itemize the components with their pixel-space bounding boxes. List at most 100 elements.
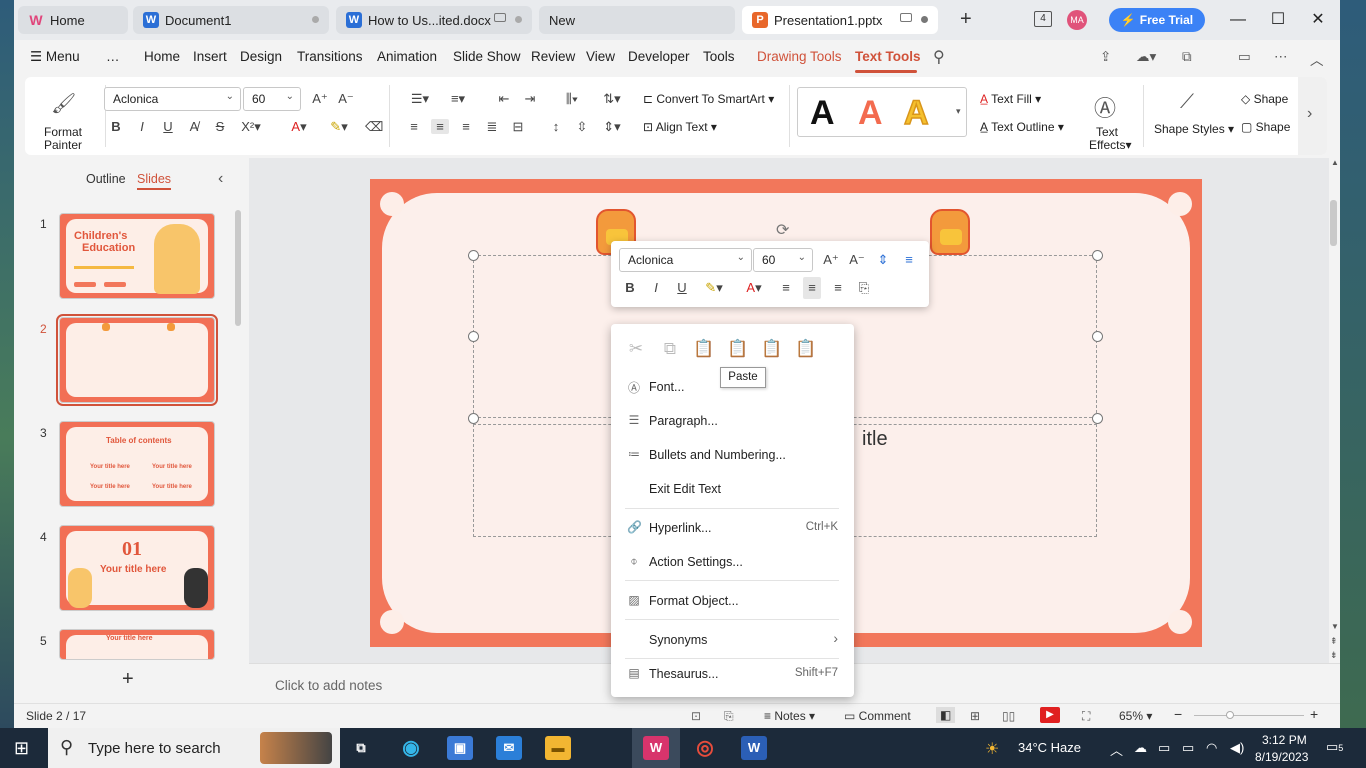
menu-synonyms[interactable]: Synonyms › [611, 627, 854, 653]
windows-start-icon[interactable]: ⊞ [14, 738, 29, 759]
shape-styles-button[interactable]: Shape Styles ▾ [1154, 122, 1234, 136]
notes-toggle[interactable]: ≡ Notes ▾ [764, 709, 815, 723]
more-icon[interactable]: ⋯ [1274, 49, 1288, 65]
minimize-button[interactable]: — [1226, 8, 1250, 32]
comment-toggle[interactable]: ▭ Comment [844, 709, 911, 723]
strikethrough-icon[interactable]: S [211, 119, 229, 134]
align-right-icon[interactable]: ≡ [457, 119, 475, 134]
free-trial-button[interactable]: ⚡ Free Trial [1109, 8, 1205, 32]
align-right-icon[interactable]: ≡ [829, 280, 847, 295]
increase-font-icon[interactable]: A⁺ [311, 91, 329, 107]
format-painter-label-2[interactable]: Painter [44, 138, 82, 152]
paste-as-picture-icon[interactable]: 📋 [761, 338, 783, 360]
weather-icon[interactable]: ☀ [985, 739, 999, 759]
tab-count-icon[interactable]: 4 [1034, 11, 1052, 27]
numbering-icon[interactable]: ≡▾ [445, 91, 471, 107]
resize-handle[interactable] [1092, 331, 1103, 342]
format-painter-icon[interactable]: ⎘ [855, 280, 873, 296]
mini-font-combo[interactable]: Aclonica ⌄ [619, 248, 752, 272]
paste-keep-format-icon[interactable]: 📋 [727, 338, 749, 360]
menu-action-settings[interactable]: ⌽ Action Settings... [611, 549, 854, 575]
resize-handle[interactable] [1092, 413, 1103, 424]
italic-icon[interactable]: I [133, 119, 151, 134]
text-effects-label-2[interactable]: Effects▾ [1089, 138, 1132, 152]
justify-icon[interactable]: ≣ [483, 119, 501, 135]
tab-outline[interactable]: Outline [86, 172, 126, 186]
wps-office-icon[interactable]: W [643, 736, 669, 760]
format-painter-label-1[interactable]: Format [44, 125, 82, 139]
font-color-icon[interactable]: A▾ [287, 119, 311, 135]
text-fill-button[interactable]: A̲ Text Fill ▾ [980, 92, 1041, 106]
clock-time[interactable]: 3:12 PM [1262, 733, 1307, 747]
decrease-indent-icon[interactable]: ⇤ [495, 91, 513, 107]
column-icon[interactable]: ⫼▾ [559, 91, 585, 107]
menu-text-tools[interactable]: Text Tools [855, 49, 921, 64]
gallery-dropdown-icon[interactable]: ▾ [956, 106, 961, 117]
menu-tools[interactable]: Tools [703, 49, 735, 64]
menu-slide-show[interactable]: Slide Show [453, 49, 521, 64]
text-effects-icon[interactable]: Ⓐ [1094, 91, 1116, 123]
search-icon[interactable]: ⚲ [933, 47, 945, 67]
font-size-combo[interactable]: 60 ⌄ [243, 87, 301, 111]
format-painter-icon[interactable]: 🖌 [51, 91, 76, 116]
slide-thumbnail-1[interactable]: Children's Education [59, 213, 215, 299]
reading-icon[interactable]: ⎘ [724, 709, 734, 724]
zoom-slider-thumb[interactable] [1226, 711, 1234, 719]
text-style-gold[interactable]: A [903, 93, 929, 133]
paragraph-spacing-icon[interactable]: ⇳ [573, 119, 591, 135]
shape-outline-button[interactable]: ▢ Shape [1241, 120, 1290, 134]
mini-size-combo[interactable]: 60 ⌄ [753, 248, 813, 272]
wifi-icon[interactable]: ◠ [1206, 740, 1217, 756]
text-style-black[interactable]: A [810, 94, 835, 133]
paste-icon[interactable]: 📋 [693, 338, 715, 360]
volume-icon[interactable]: ◀) [1230, 740, 1244, 756]
align-left-icon[interactable]: ≡ [777, 280, 795, 295]
next-slide-icon[interactable]: ⇟ [1330, 650, 1338, 661]
task-view-icon[interactable]: ⧉ [348, 736, 374, 760]
text-outline-button[interactable]: A̲ Text Outline ▾ [980, 120, 1064, 134]
slide-thumbnail-3[interactable]: Table of contents Your title here Your t… [59, 421, 215, 507]
menu-animation[interactable]: Animation [377, 49, 437, 64]
menu-thesaurus[interactable]: ▤ Thesaurus... Shift+F7 [611, 661, 854, 687]
decrease-font-icon[interactable]: A⁻ [337, 91, 355, 107]
menu-view[interactable]: View [586, 49, 615, 64]
fit-window-icon[interactable]: ⛶ [1082, 709, 1090, 724]
menu-exit-edit-text[interactable]: Exit Edit Text [611, 476, 854, 502]
collapse-ribbon-icon[interactable]: ︿ [1310, 49, 1324, 69]
normal-view-icon[interactable]: ◧ [936, 707, 956, 723]
underline-icon[interactable]: U [159, 119, 177, 134]
bullets-icon[interactable]: ☰▾ [407, 91, 433, 107]
avatar[interactable]: MA [1067, 10, 1087, 30]
mail-icon[interactable]: ✉ [496, 736, 522, 760]
copy-icon[interactable]: ⧉ [659, 338, 681, 360]
edge-browser-icon[interactable]: ◉ [398, 736, 424, 760]
resize-handle[interactable] [468, 250, 479, 261]
comment-icon[interactable]: ▭ [1238, 49, 1251, 65]
paste-text-only-icon[interactable]: 📋 [795, 338, 817, 360]
tab-home[interactable]: W Home [18, 6, 128, 34]
zoom-in-icon[interactable]: + [1310, 706, 1318, 722]
highlight-icon[interactable]: ✎▾ [327, 119, 351, 135]
weather-text[interactable]: 34°C Haze [1018, 740, 1081, 755]
word-icon[interactable]: W [741, 736, 767, 760]
meet-icon[interactable]: ▭ [1158, 740, 1170, 756]
menu-design[interactable]: Design [240, 49, 282, 64]
new-tab-button[interactable]: + [960, 9, 972, 29]
align-center-icon[interactable]: ≡ [803, 277, 821, 299]
cut-icon[interactable]: ✂ [625, 338, 647, 360]
scroll-down-icon[interactable]: ▼ [1331, 622, 1339, 631]
resize-handle[interactable] [468, 413, 479, 424]
ribbon-scroll-right[interactable]: › [1298, 77, 1327, 155]
tab-slides[interactable]: Slides [137, 172, 172, 190]
main-menu-button[interactable]: ☰ Menu [30, 49, 80, 65]
zoom-level[interactable]: 65% ▾ [1119, 709, 1152, 723]
tray-expand-icon[interactable]: ︿ [1110, 740, 1123, 759]
increase-indent-icon[interactable]: ⇥ [521, 91, 539, 107]
zoom-slider[interactable] [1194, 715, 1304, 716]
text-effects-label-1[interactable]: Text [1096, 125, 1118, 139]
italic-icon[interactable]: I [647, 280, 665, 295]
protect-icon[interactable]: ⊡ [691, 709, 701, 723]
text-style-orange[interactable]: A [858, 94, 883, 133]
rotate-handle-icon[interactable]: ⟳ [776, 220, 789, 240]
underline-icon[interactable]: U [673, 280, 691, 295]
